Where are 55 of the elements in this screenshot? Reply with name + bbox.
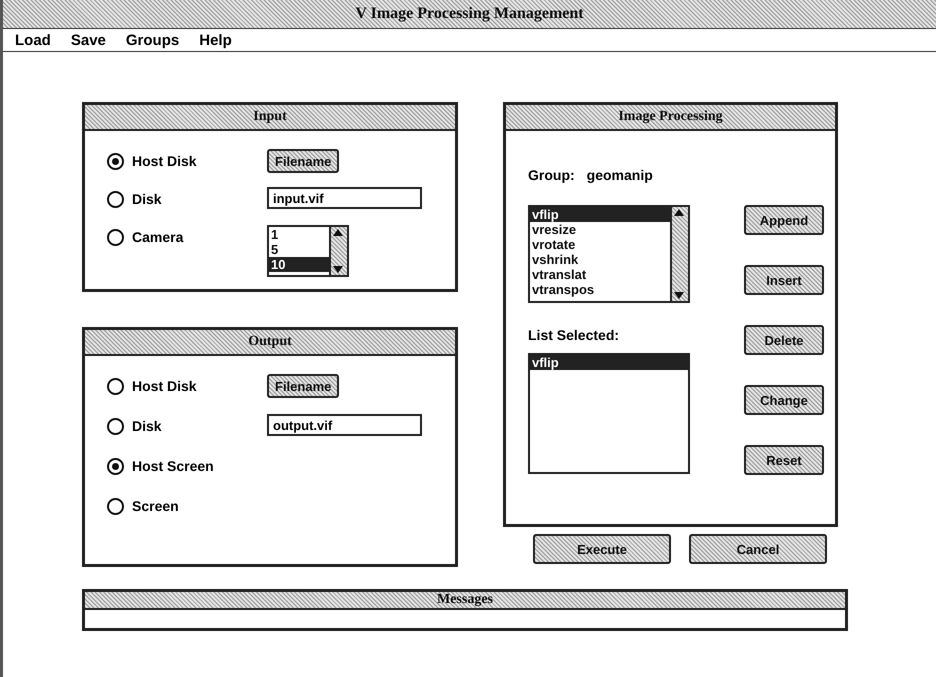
- list-item[interactable]: vflip: [530, 355, 688, 370]
- action-button[interactable]: Insert: [744, 265, 824, 295]
- list-selected-label: List Selected:: [528, 327, 620, 343]
- list-item[interactable]: vflip: [530, 207, 670, 222]
- window-title: V Image Processing Management: [3, 0, 936, 29]
- radio-option[interactable]: Host Disk: [107, 374, 267, 398]
- menu-item[interactable]: Load: [15, 32, 51, 48]
- radio-button[interactable]: [107, 498, 124, 514]
- panel-title: Messages: [85, 592, 845, 610]
- list-item[interactable]: 10: [269, 257, 329, 272]
- radio-button[interactable]: [107, 458, 124, 474]
- action-button[interactable]: Cancel: [689, 534, 827, 564]
- panel-title: Image Processing: [506, 105, 835, 131]
- radio-option[interactable]: Host Disk: [107, 149, 267, 173]
- list-item[interactable]: 1: [269, 227, 329, 242]
- output-field[interactable]: output.vif: [267, 414, 422, 436]
- down-arrow-icon[interactable]: [672, 289, 686, 301]
- group-value: geomanip: [586, 167, 653, 183]
- list-item[interactable]: vtranspos: [530, 282, 670, 297]
- radio-option[interactable]: Disk: [107, 414, 267, 438]
- down-arrow-icon[interactable]: [331, 263, 345, 275]
- action-button[interactable]: Execute: [533, 534, 671, 564]
- list-item[interactable]: vtranslat: [530, 267, 670, 282]
- menu-item[interactable]: Save: [70, 32, 106, 48]
- scroll-bar[interactable]: [670, 207, 688, 301]
- list-item[interactable]: vshrink: [530, 252, 670, 267]
- filename-button[interactable]: Filename: [267, 374, 340, 398]
- action-button[interactable]: Delete: [744, 325, 824, 355]
- panel-title: Output: [85, 330, 455, 356]
- list-item[interactable]: vresize: [530, 222, 670, 237]
- filename-button[interactable]: Filename: [267, 149, 340, 173]
- radio-button[interactable]: [107, 152, 124, 170]
- radio-button[interactable]: [107, 190, 124, 208]
- list-item[interactable]: vrotate: [530, 237, 670, 252]
- scroll-bar[interactable]: [329, 227, 347, 275]
- input-field[interactable]: input.vif: [267, 187, 422, 209]
- menu-item[interactable]: Help: [199, 32, 232, 48]
- action-button[interactable]: Reset: [744, 445, 824, 475]
- menu-item[interactable]: Groups: [126, 32, 180, 48]
- group-label: Group:: [528, 167, 575, 183]
- radio-option[interactable]: Host Screen: [107, 454, 267, 478]
- up-arrow-icon[interactable]: [331, 227, 345, 239]
- panel-title: Input: [85, 105, 455, 131]
- radio-option[interactable]: Camera: [107, 225, 267, 249]
- action-button[interactable]: Change: [744, 385, 824, 415]
- radio-option[interactable]: Screen: [107, 494, 267, 518]
- selected-list[interactable]: vflip: [528, 353, 690, 474]
- radio-button[interactable]: [107, 418, 124, 434]
- radio-button[interactable]: [107, 378, 124, 394]
- list-item[interactable]: 5: [269, 242, 329, 257]
- radio-option[interactable]: Disk: [107, 187, 267, 211]
- function-list[interactable]: vflip vresize vrotate vshrink vtranslat vtranspos: [528, 205, 690, 303]
- radio-button[interactable]: [107, 228, 124, 246]
- action-button[interactable]: Append: [744, 205, 824, 235]
- up-arrow-icon[interactable]: [672, 207, 686, 219]
